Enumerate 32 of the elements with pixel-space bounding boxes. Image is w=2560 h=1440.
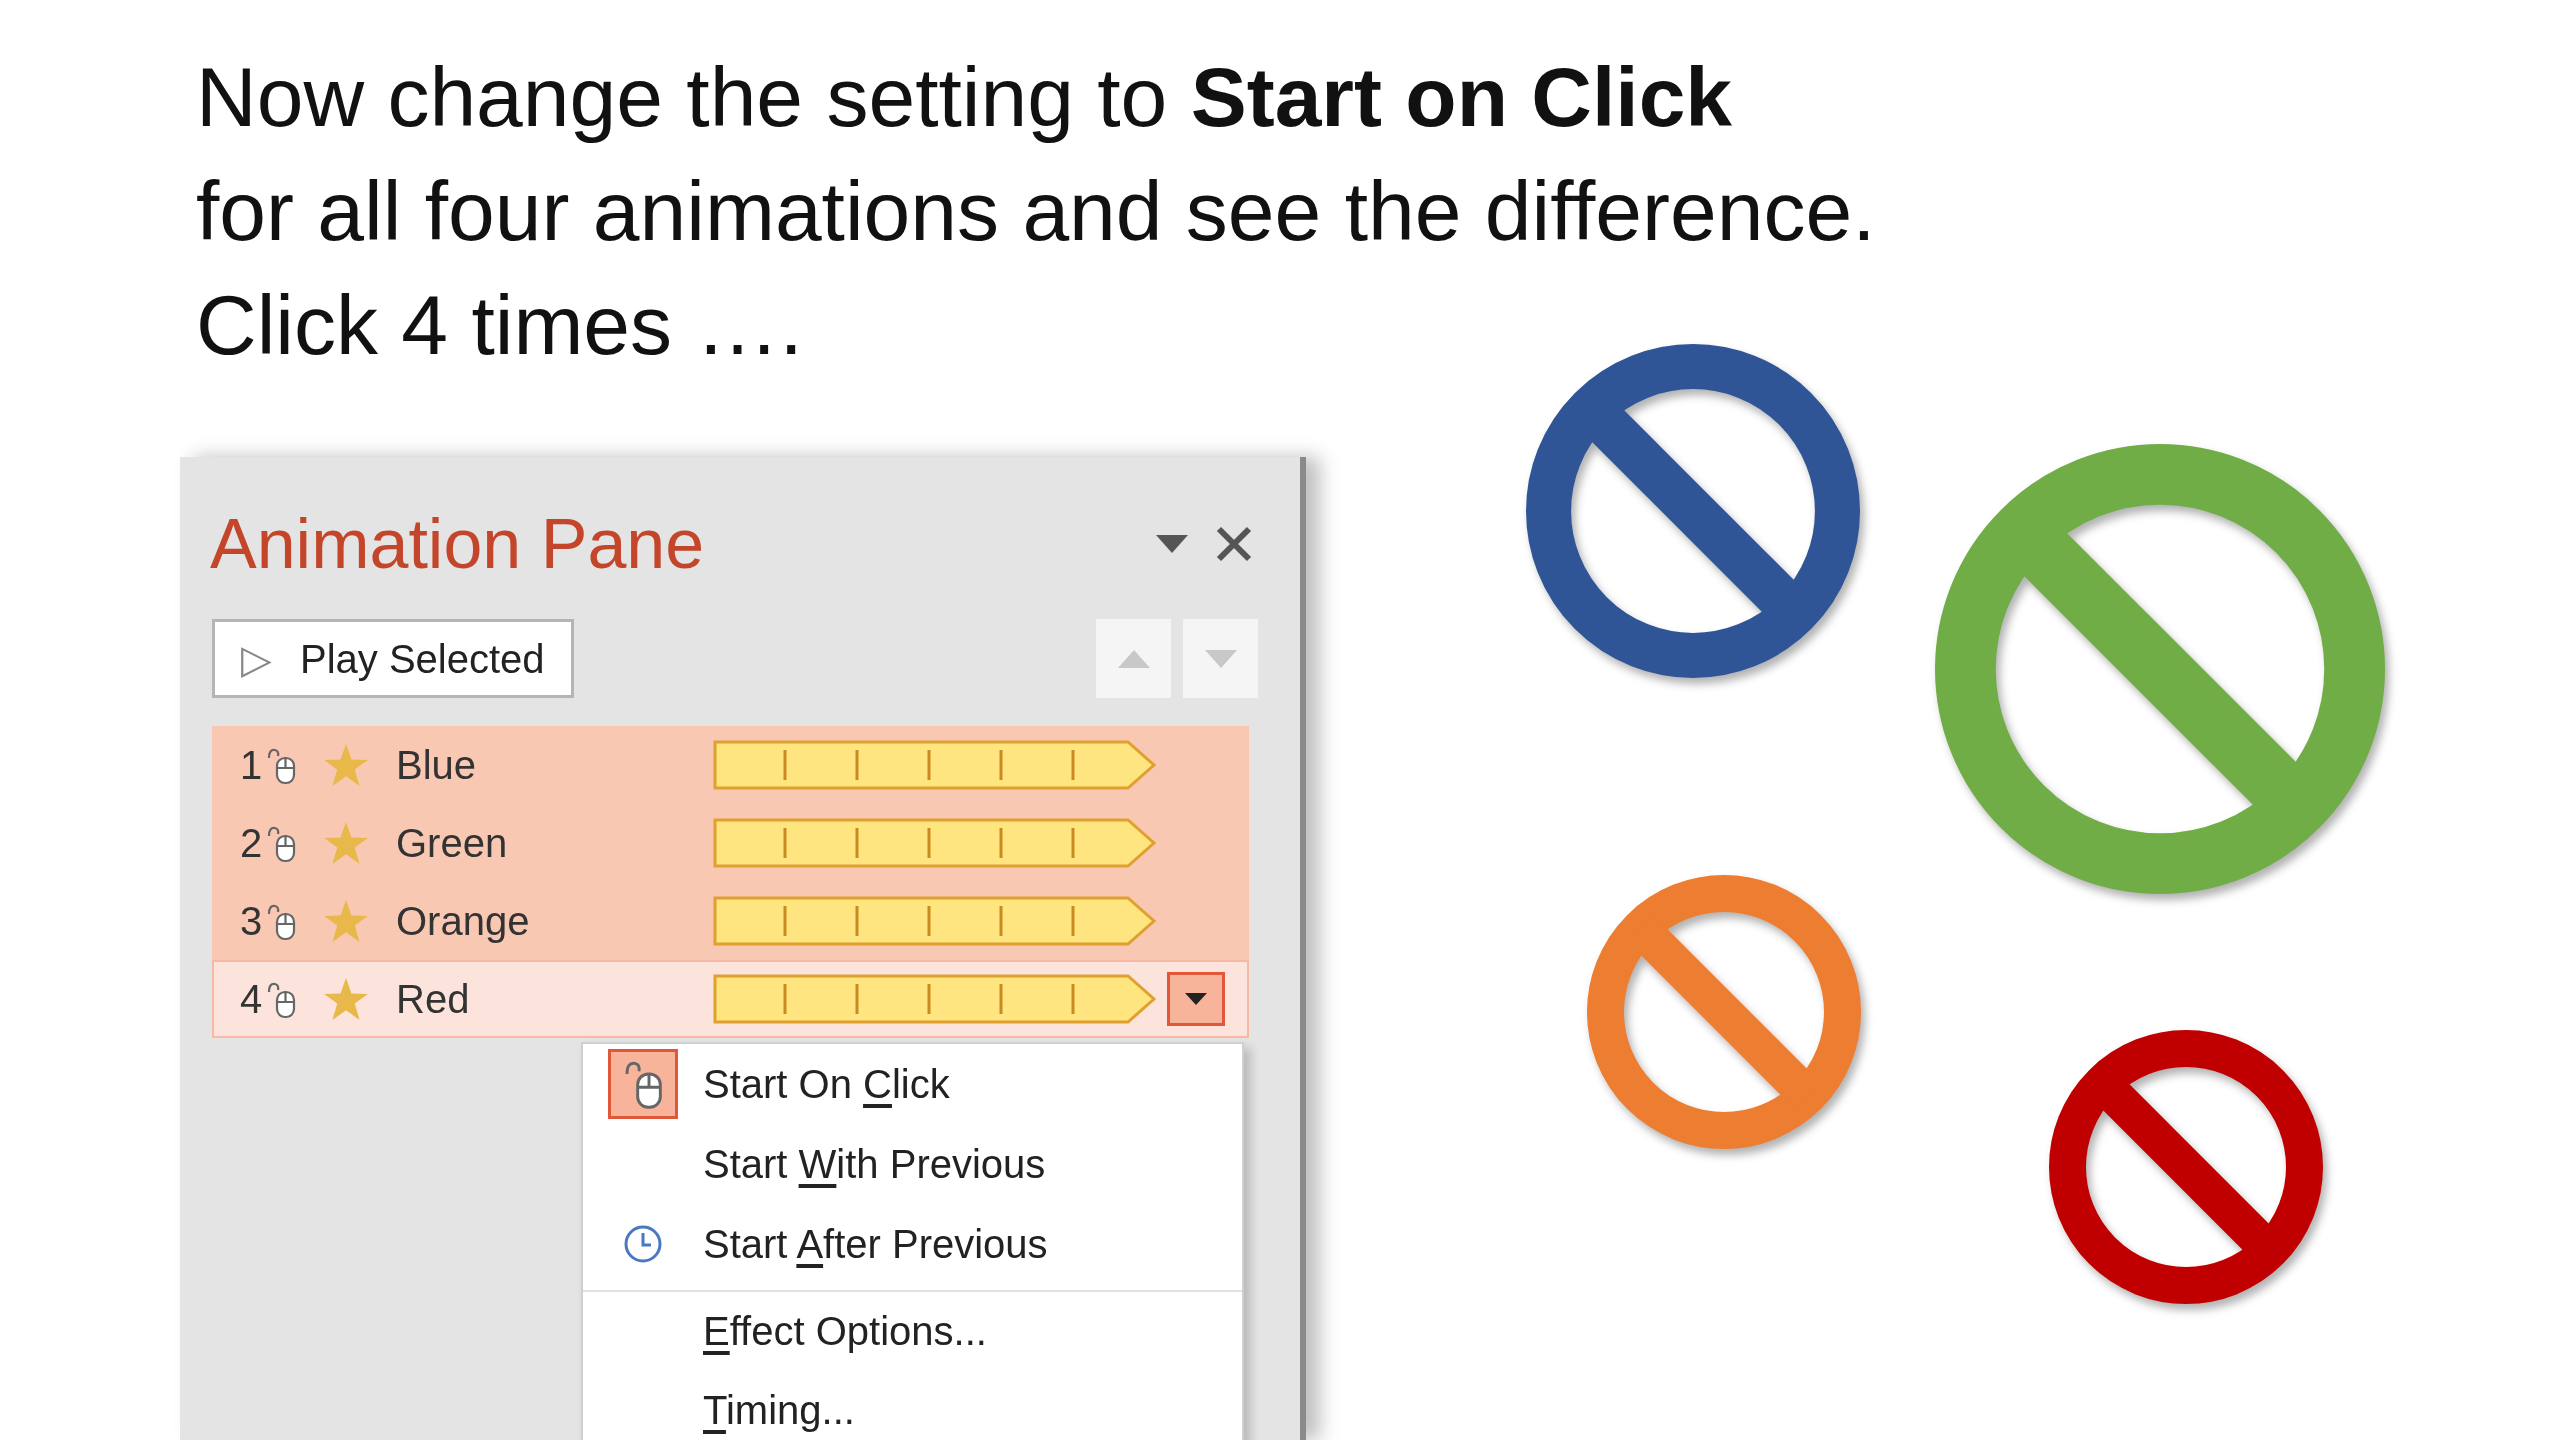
menu-item[interactable]: Start With Previous [583, 1124, 1242, 1204]
menu-item[interactable]: Start On Click [583, 1044, 1242, 1124]
play-icon: ▷ [241, 638, 272, 679]
menu-item[interactable]: Timing... [583, 1370, 1242, 1440]
menu-item[interactable]: Start After Previous [583, 1204, 1242, 1284]
close-icon[interactable] [1216, 526, 1252, 562]
animation-row[interactable]: 4 Red [212, 960, 1249, 1038]
pane-title: Animation Pane [210, 509, 705, 579]
animation-name: Red [396, 976, 471, 1023]
animation-name: Green [396, 820, 509, 867]
up-arrow-icon [1117, 649, 1150, 668]
star-icon [324, 822, 368, 864]
animation-row[interactable]: 2 Green [212, 804, 1249, 882]
clock-icon [623, 1224, 663, 1264]
animation-name: Orange [396, 898, 531, 945]
star-icon [324, 744, 368, 786]
animation-row[interactable]: 1 Blue [212, 726, 1249, 804]
sequence-number: 2 [240, 820, 264, 867]
star-icon [324, 978, 368, 1020]
play-selected-button[interactable]: ▷ Play Selected [212, 619, 574, 698]
sequence-number: 3 [240, 898, 264, 945]
animation-row[interactable]: 3 Orange [212, 882, 1249, 960]
sequence-number: 4 [240, 976, 264, 1023]
sequence-number: 1 [240, 742, 264, 789]
menu-item[interactable]: Effect Options... [583, 1290, 1242, 1370]
heading-text: Now change the setting to Start on Click for all four animations and see the difference. Click 4 times …. [196, 49, 1876, 374]
dropdown-button[interactable] [1167, 972, 1225, 1026]
caret-icon[interactable] [1156, 535, 1188, 553]
animation-name: Blue [396, 742, 478, 789]
star-icon [324, 900, 368, 942]
caret-icon [1185, 993, 1207, 1005]
down-arrow-icon [1204, 649, 1237, 668]
